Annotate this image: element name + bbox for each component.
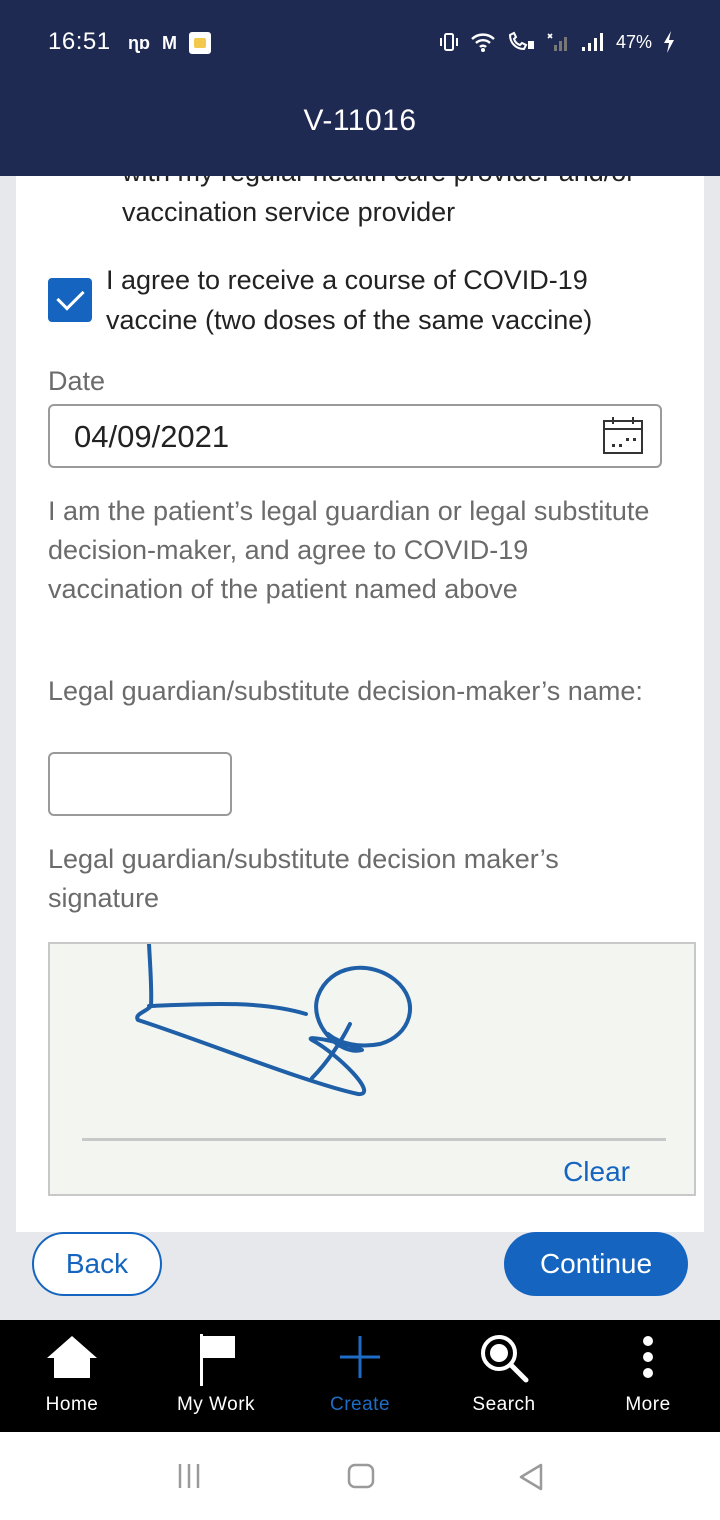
- previous-consent-text: with my regular health care provider and…: [122, 176, 635, 227]
- app-bar: V-11016: [0, 64, 720, 176]
- nav-home-label: Home: [45, 1394, 99, 1415]
- nav-create[interactable]: Create: [288, 1320, 432, 1432]
- consent-form: with my regular health care provider and…: [16, 176, 704, 1232]
- guardian-name-label: Legal guardian/substitute decision-maker…: [48, 676, 643, 706]
- guardian-statement: I am the patient’s legal guardian or leg…: [48, 496, 650, 604]
- gmail-icon: M: [162, 32, 177, 53]
- charging-icon: [662, 30, 676, 54]
- calendar-icon[interactable]: [602, 416, 644, 461]
- wifi-icon: [470, 31, 496, 53]
- plus-icon: [288, 1332, 432, 1392]
- clear-signature-button[interactable]: Clear: [563, 1156, 630, 1188]
- home-system-icon[interactable]: [347, 1462, 375, 1495]
- date-field[interactable]: 04/09/2021: [48, 404, 662, 468]
- guardian-name-input[interactable]: [48, 752, 232, 816]
- status-time: 16:51: [48, 28, 111, 55]
- battery-percent: 47%: [615, 31, 652, 52]
- status-bar: 16:51 ɳɒ M 47%: [0, 0, 720, 64]
- wifi-calling-icon: [506, 31, 536, 53]
- notification-app-icon: ɳɒ: [128, 32, 150, 53]
- search-icon: [432, 1332, 576, 1392]
- nav-my-work[interactable]: My Work: [144, 1320, 288, 1432]
- home-icon: [0, 1332, 144, 1392]
- signature-pad[interactable]: Clear: [48, 942, 696, 1196]
- continue-button[interactable]: Continue: [504, 1232, 688, 1296]
- app-badge-icon: [189, 32, 211, 54]
- consent-checkbox-label: I agree to receive a course of COVID-19 …: [106, 265, 593, 335]
- vibrate-icon: [438, 31, 460, 53]
- bottom-navigation: Home My Work Create Search More: [0, 1320, 720, 1432]
- more-icon: [576, 1332, 720, 1392]
- recents-icon[interactable]: [176, 1462, 202, 1495]
- signal-icon: [580, 31, 606, 53]
- back-system-icon[interactable]: [517, 1462, 545, 1497]
- nav-create-label: Create: [329, 1394, 391, 1415]
- nav-home[interactable]: Home: [0, 1320, 144, 1432]
- nav-search-label: Search: [472, 1394, 536, 1415]
- consent-checkbox[interactable]: [48, 278, 92, 322]
- signature-label: Legal guardian/substitute decision maker…: [48, 844, 559, 913]
- back-button[interactable]: Back: [32, 1232, 162, 1296]
- date-value: 04/09/2021: [74, 419, 230, 454]
- nav-more-label: More: [625, 1394, 671, 1415]
- system-navigation: [0, 1432, 720, 1520]
- page-title: V-11016: [303, 104, 417, 137]
- signature-baseline: [82, 1138, 666, 1141]
- nav-my-work-label: My Work: [176, 1394, 256, 1415]
- nav-more[interactable]: More: [576, 1320, 720, 1432]
- flag-icon: [144, 1332, 288, 1392]
- date-label: Date: [48, 366, 106, 396]
- signal-off-icon: [546, 31, 570, 53]
- nav-search[interactable]: Search: [432, 1320, 576, 1432]
